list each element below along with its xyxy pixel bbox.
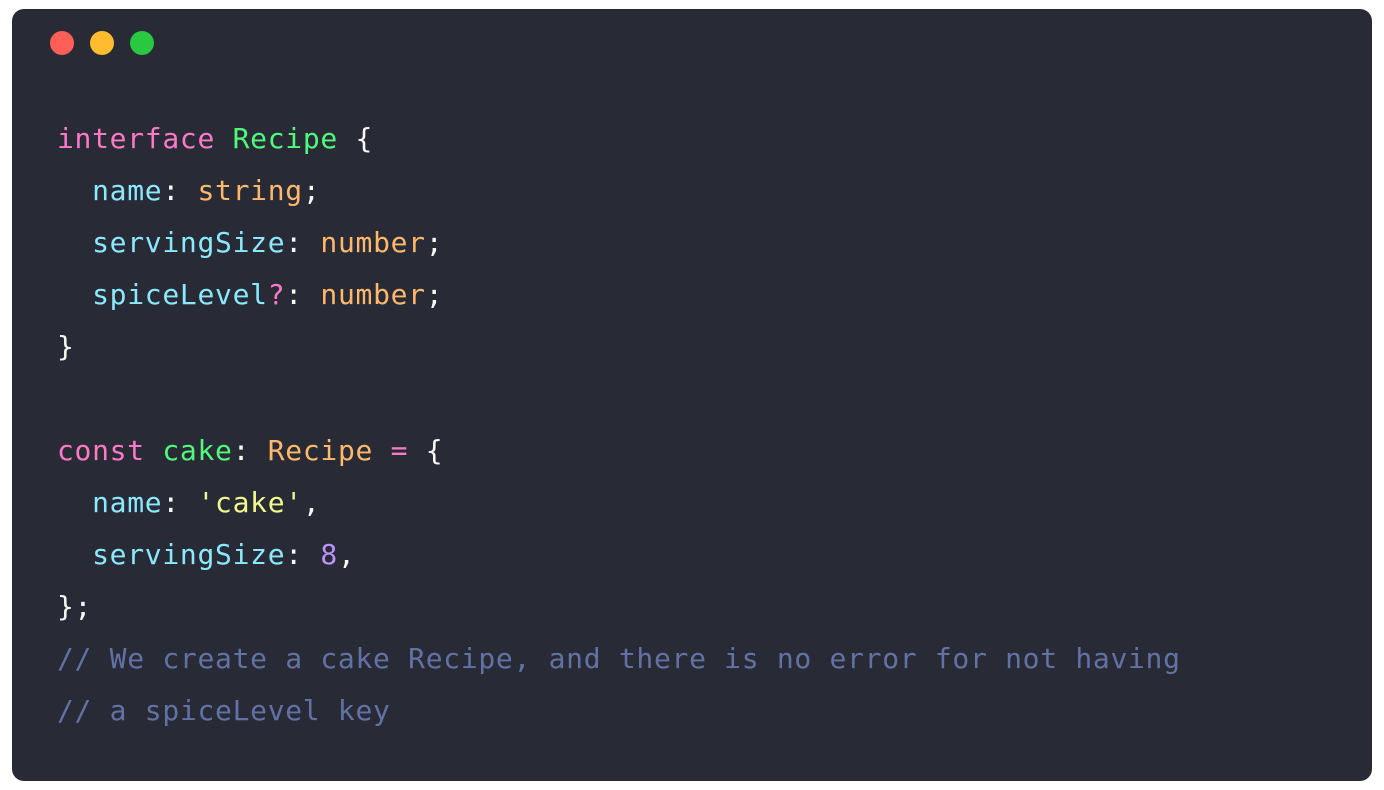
code-line: name: string;: [57, 165, 1181, 217]
code-token-plain: :: [162, 486, 198, 519]
code-token-plain: }: [57, 330, 75, 363]
code-token-plain: ,: [337, 538, 356, 571]
code-line: servingSize: number;: [57, 217, 1181, 269]
window-controls: [50, 31, 154, 55]
maximize-dot[interactable]: [130, 31, 154, 55]
code-line: name: 'cake',: [57, 477, 1181, 529]
code-token-string: 'cake': [197, 486, 303, 519]
code-token-type: number: [320, 226, 426, 259]
close-dot[interactable]: [50, 31, 74, 55]
code-token-plain: :: [162, 174, 198, 207]
code-window: interface Recipe { name: string; serving…: [12, 9, 1372, 781]
code-token-plain: :: [232, 434, 268, 467]
code-line: servingSize: 8,: [57, 529, 1181, 581]
minimize-dot[interactable]: [90, 31, 114, 55]
code-token-plain: :: [285, 226, 321, 259]
code-line: }: [57, 321, 1181, 373]
code-token-plain: ;: [302, 174, 321, 207]
code-token-prop: name: [92, 486, 163, 519]
code-token-comment: // a spiceLevel key: [57, 694, 391, 727]
code-token-type: string: [197, 174, 303, 207]
code-line: // We create a cake Recipe, and there is…: [57, 633, 1181, 685]
code-token-prop: name: [92, 174, 163, 207]
code-token-prop: servingSize: [92, 538, 286, 571]
code-token-type: number: [320, 278, 426, 311]
code-line: };: [57, 581, 1181, 633]
code-token-plain: {: [337, 122, 374, 155]
code-token-plain: ,: [302, 486, 321, 519]
code-token-number: 8: [320, 538, 338, 571]
code-token-plain: ;: [425, 226, 444, 259]
code-token-plain: :: [285, 278, 321, 311]
code-token-plain: :: [285, 538, 321, 571]
code-token-type-name: cake: [162, 434, 233, 467]
code-token-plain: ;: [425, 278, 444, 311]
code-token-keyword: ?: [267, 278, 286, 311]
code-token-comment: // We create a cake Recipe, and there is…: [57, 642, 1181, 675]
code-token-plain: {: [408, 434, 444, 467]
code-token-prop: servingSize: [92, 226, 286, 259]
code-token-type-name: Recipe: [232, 122, 338, 155]
code-block: interface Recipe { name: string; serving…: [57, 113, 1181, 737]
code-token-plain: };: [57, 590, 93, 623]
code-line: spiceLevel?: number;: [57, 269, 1181, 321]
code-line: const cake: Recipe = {: [57, 425, 1181, 477]
code-token-keyword: const: [57, 434, 145, 467]
code-line: // a spiceLevel key: [57, 685, 1181, 737]
code-token-prop: spiceLevel: [92, 278, 268, 311]
code-token-keyword: interface: [57, 122, 216, 155]
code-line: interface Recipe {: [57, 113, 1181, 165]
code-token-keyword: =: [390, 434, 409, 467]
code-token-type: Recipe: [267, 434, 374, 467]
